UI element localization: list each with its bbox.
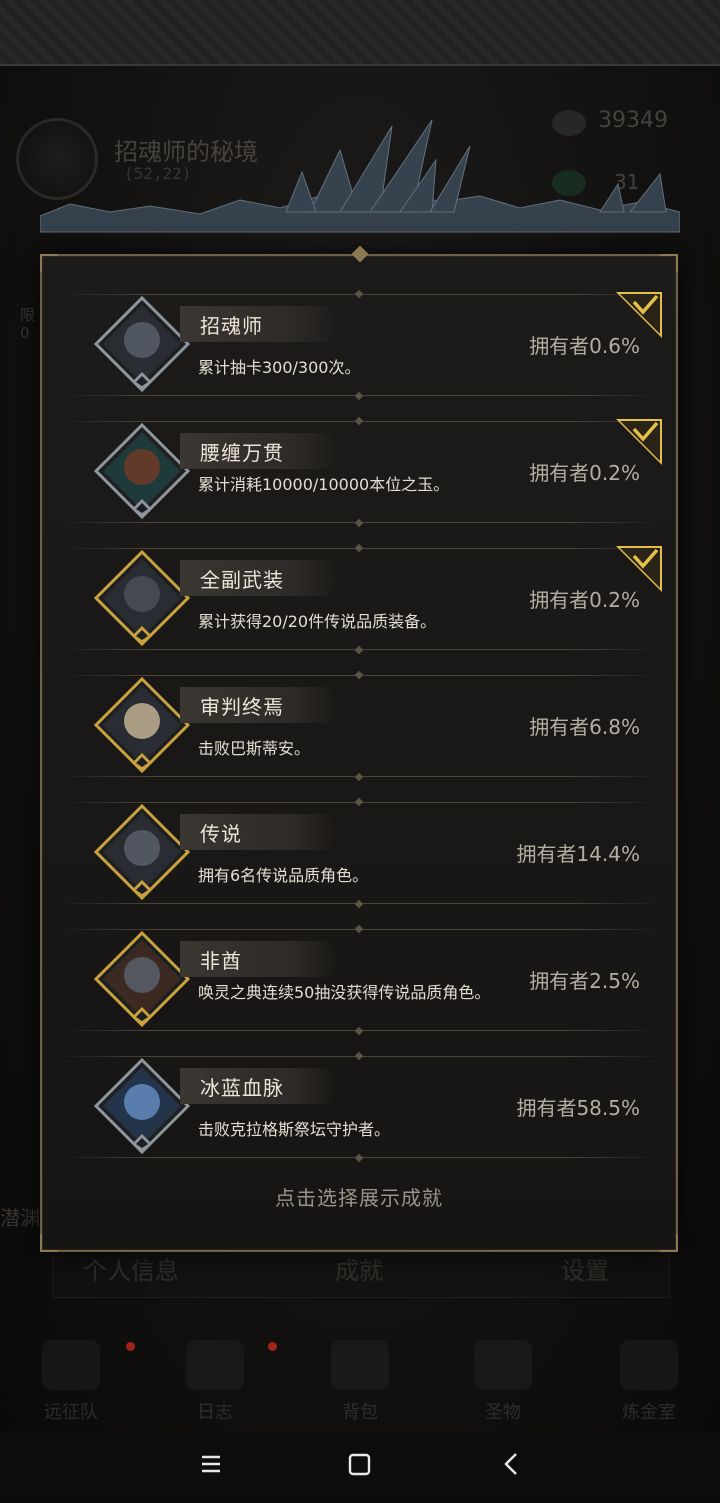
divider-ornament [354, 797, 364, 807]
divider-ornament [354, 543, 364, 553]
owner-percentage: 拥有者14.4% [516, 842, 640, 866]
tab-personal-info[interactable]: 个人信息 [83, 1251, 179, 1286]
panel-corner [40, 1234, 58, 1252]
nav-relics[interactable]: 圣物 [448, 1340, 558, 1424]
back-chevron-icon[interactable] [472, 1432, 552, 1499]
divider-ornament [354, 391, 364, 401]
nav-backpack[interactable]: 背包 [305, 1340, 415, 1424]
relic-icon [474, 1340, 532, 1390]
achievement-name: 审判终焉 [200, 695, 284, 719]
divider-ornament [354, 924, 364, 934]
owner-percentage: 拥有者6.8% [529, 715, 640, 739]
divider-ornament [354, 772, 364, 782]
system-navigation-bar [0, 1432, 720, 1499]
panel-corner [660, 1234, 678, 1252]
divider-ornament [354, 1153, 364, 1163]
achievement-description: 唤灵之典连续50抽没获得传说品质角色。 [198, 983, 491, 1002]
menu-icon[interactable] [170, 1432, 250, 1499]
divider-ornament [354, 645, 364, 655]
achievement-description: 累计获得20/20件传说品质装备。 [198, 612, 437, 631]
achievement-name: 全副武装 [200, 568, 284, 592]
owner-percentage: 拥有者58.5% [516, 1096, 640, 1120]
achievement-row[interactable]: 全副武装 累计获得20/20件传说品质装备。 拥有者0.2% [60, 543, 662, 655]
achievement-name: 腰缠万贯 [200, 441, 284, 465]
side-label-bottom: 潜渊 [0, 1206, 40, 1230]
achievement-name: 冰蓝血脉 [200, 1076, 284, 1100]
nav-expedition[interactable]: 远征队 [16, 1340, 126, 1424]
ice-dragon-icon [94, 1058, 190, 1154]
achievement-row[interactable]: 招魂师 累计抽卡300/300次。 拥有者0.6% [60, 289, 662, 401]
panel-corner [40, 254, 58, 272]
background-bottom-nav: 远征队 日志 背包 圣物 炼金室 [0, 1340, 720, 1432]
horned-helmet-icon [42, 1340, 100, 1390]
divider-ornament [354, 1026, 364, 1036]
tab-achievements[interactable]: 成就 [335, 1251, 383, 1286]
achievements-panel: 招魂师 累计抽卡300/300次。 拥有者0.6% 腰缠万贯 累计消耗10000/100… [40, 245, 678, 1252]
legend-warrior-icon [94, 804, 190, 900]
side-label-left: 限 [20, 306, 36, 324]
achievement-row[interactable]: 传说拥有6名传说品质角色。 拥有者14.4% [60, 797, 660, 909]
select-display-achievement-hint[interactable]: 点击选择展示成就 [42, 1182, 676, 1211]
achievement-description: 击败巴斯蒂安。 [198, 739, 311, 758]
achievement-row[interactable]: 非酋唤灵之典连续50抽没获得传说品质角色。 拥有者2.5% [60, 924, 660, 1036]
nav-alchemy[interactable]: 炼金室 [594, 1340, 704, 1424]
ice-crystal-decoration [40, 120, 680, 233]
top-status-strip [0, 0, 720, 66]
completed-check-icon [616, 419, 662, 465]
nav-journal[interactable]: 日志 [160, 1340, 270, 1424]
feathered-warrior-icon [94, 931, 190, 1027]
achievement-description: 拥有6名传说品质角色。 [198, 866, 369, 885]
achievement-row[interactable]: 冰蓝血脉击败克拉格斯祭坛守护者。 拥有者58.5% [60, 1051, 660, 1163]
divider-ornament [354, 518, 364, 528]
divider-ornament [354, 416, 364, 426]
achievement-description: 累计消耗10000/10000本位之玉。 [198, 475, 450, 494]
knight-helmet-icon [94, 550, 190, 646]
completed-check-icon [616, 546, 662, 592]
achievement-name: 非酋 [200, 949, 242, 973]
notification-dot [268, 1342, 277, 1351]
backpack-icon [331, 1340, 389, 1390]
divider-ornament [354, 670, 364, 680]
side-label-left-2: 0 [20, 324, 30, 342]
achievement-row[interactable]: 审判终焉击败巴斯蒂安。 拥有者6.8% [60, 670, 660, 782]
divider-ornament [354, 289, 364, 299]
achievement-description: 累计抽卡300/300次。 [198, 358, 361, 377]
achievement-name: 招魂师 [200, 314, 263, 338]
divider-ornament [354, 899, 364, 909]
completed-check-icon [616, 292, 662, 338]
notification-dot [126, 1342, 135, 1351]
achievement-description: 击败克拉格斯祭坛守护者。 [198, 1120, 391, 1139]
tab-settings[interactable]: 设置 [561, 1251, 609, 1286]
owner-percentage: 拥有者2.5% [529, 969, 640, 993]
treasure-chest-icon [94, 423, 190, 519]
journal-icon [186, 1340, 244, 1390]
panel-corner [660, 254, 678, 272]
summoner-altar-icon [94, 296, 190, 392]
bastian-portrait-icon [94, 677, 190, 773]
divider-ornament [354, 1051, 364, 1061]
achievement-name: 传说 [200, 822, 242, 846]
alchemy-icon [620, 1340, 678, 1390]
home-square-icon[interactable] [320, 1432, 400, 1499]
achievement-row[interactable]: 腰缠万贯 累计消耗10000/10000本位之玉。 拥有者0.2% [60, 416, 662, 528]
